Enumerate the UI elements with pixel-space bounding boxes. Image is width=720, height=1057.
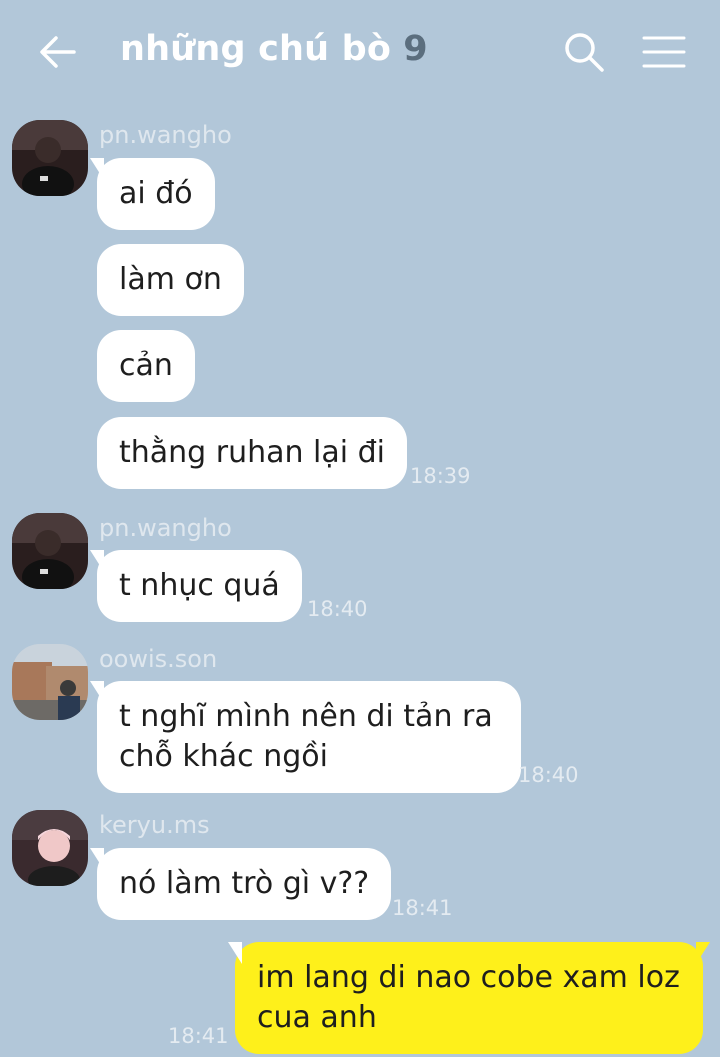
my-message-bubble[interactable]: im lang di nao cobe xam loz cua anh (228, 942, 710, 1054)
message-time: 18:41 (392, 896, 453, 920)
message-bubble[interactable]: cản (97, 330, 195, 402)
chat-title: những chú bò 9 (120, 29, 428, 69)
arrow-left-icon (40, 36, 76, 68)
hamburger-menu-icon (642, 36, 686, 68)
message-bubble[interactable]: ai đó (90, 158, 215, 230)
chat-room-name: những chú bò (120, 29, 392, 69)
sender-name: keryu.ms (99, 811, 210, 839)
profile-photo-icon (12, 120, 88, 196)
avatar-pn-wangho[interactable] (12, 120, 88, 196)
profile-photo-icon (12, 644, 88, 720)
message-bubble[interactable]: làm ơn (97, 244, 244, 316)
sender-name: pn.wangho (99, 121, 232, 149)
profile-photo-icon (12, 810, 88, 886)
profile-photo-icon (12, 513, 88, 589)
chat-header: những chú bò 9 (0, 0, 720, 106)
sender-name: oowis.son (99, 645, 218, 673)
message-time: 18:40 (518, 763, 579, 787)
sender-name: pn.wangho (99, 514, 232, 542)
avatar-keryu-ms[interactable] (12, 810, 88, 886)
message-bubble[interactable]: thằng ruhan lại đi (97, 417, 408, 489)
message-time: 18:40 (307, 597, 368, 621)
my-message-time: 18:41 (168, 1024, 229, 1048)
avatar-oowis-son[interactable] (12, 644, 88, 720)
avatar-pn-wangho[interactable] (12, 513, 88, 589)
search-icon (565, 33, 604, 72)
chat-screen: những chú bò 9 pn.wangho ai đó làm ơn cản… (0, 0, 720, 1057)
message-bubble[interactable]: t nghĩ mình nên di tản ra chỗ khác ngồi (90, 681, 521, 793)
menu-button[interactable] (640, 30, 688, 74)
back-button[interactable] (36, 30, 80, 74)
search-button[interactable] (562, 30, 606, 74)
member-count: 9 (403, 29, 428, 69)
message-time: 18:39 (410, 464, 471, 488)
message-bubble[interactable]: nó làm trò gì v?? (89, 848, 392, 920)
message-bubble[interactable]: t nhục quá (90, 550, 302, 622)
